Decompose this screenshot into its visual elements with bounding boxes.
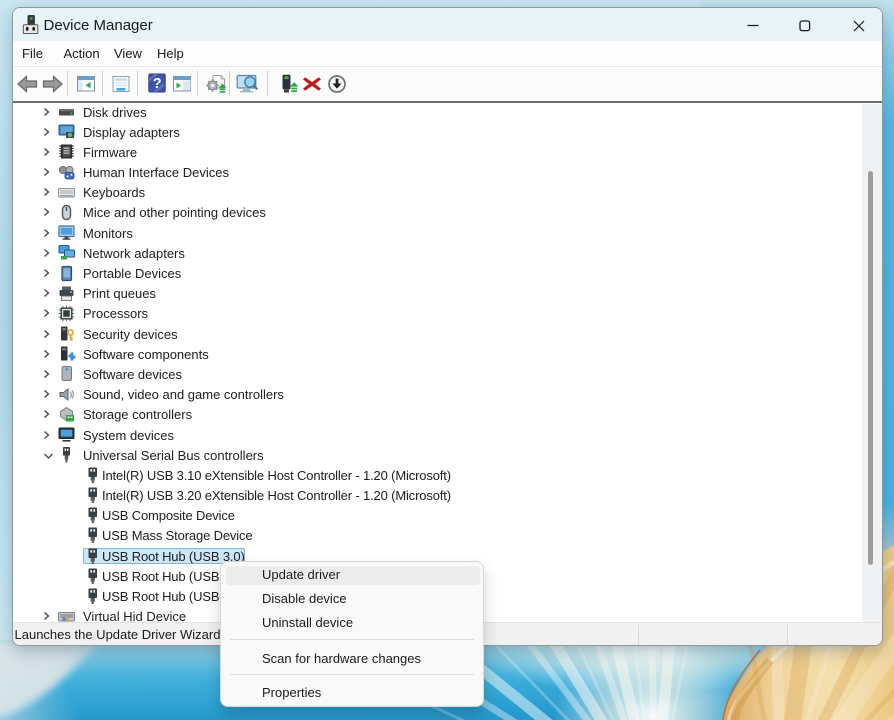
svg-text:?: ?: [152, 76, 161, 92]
